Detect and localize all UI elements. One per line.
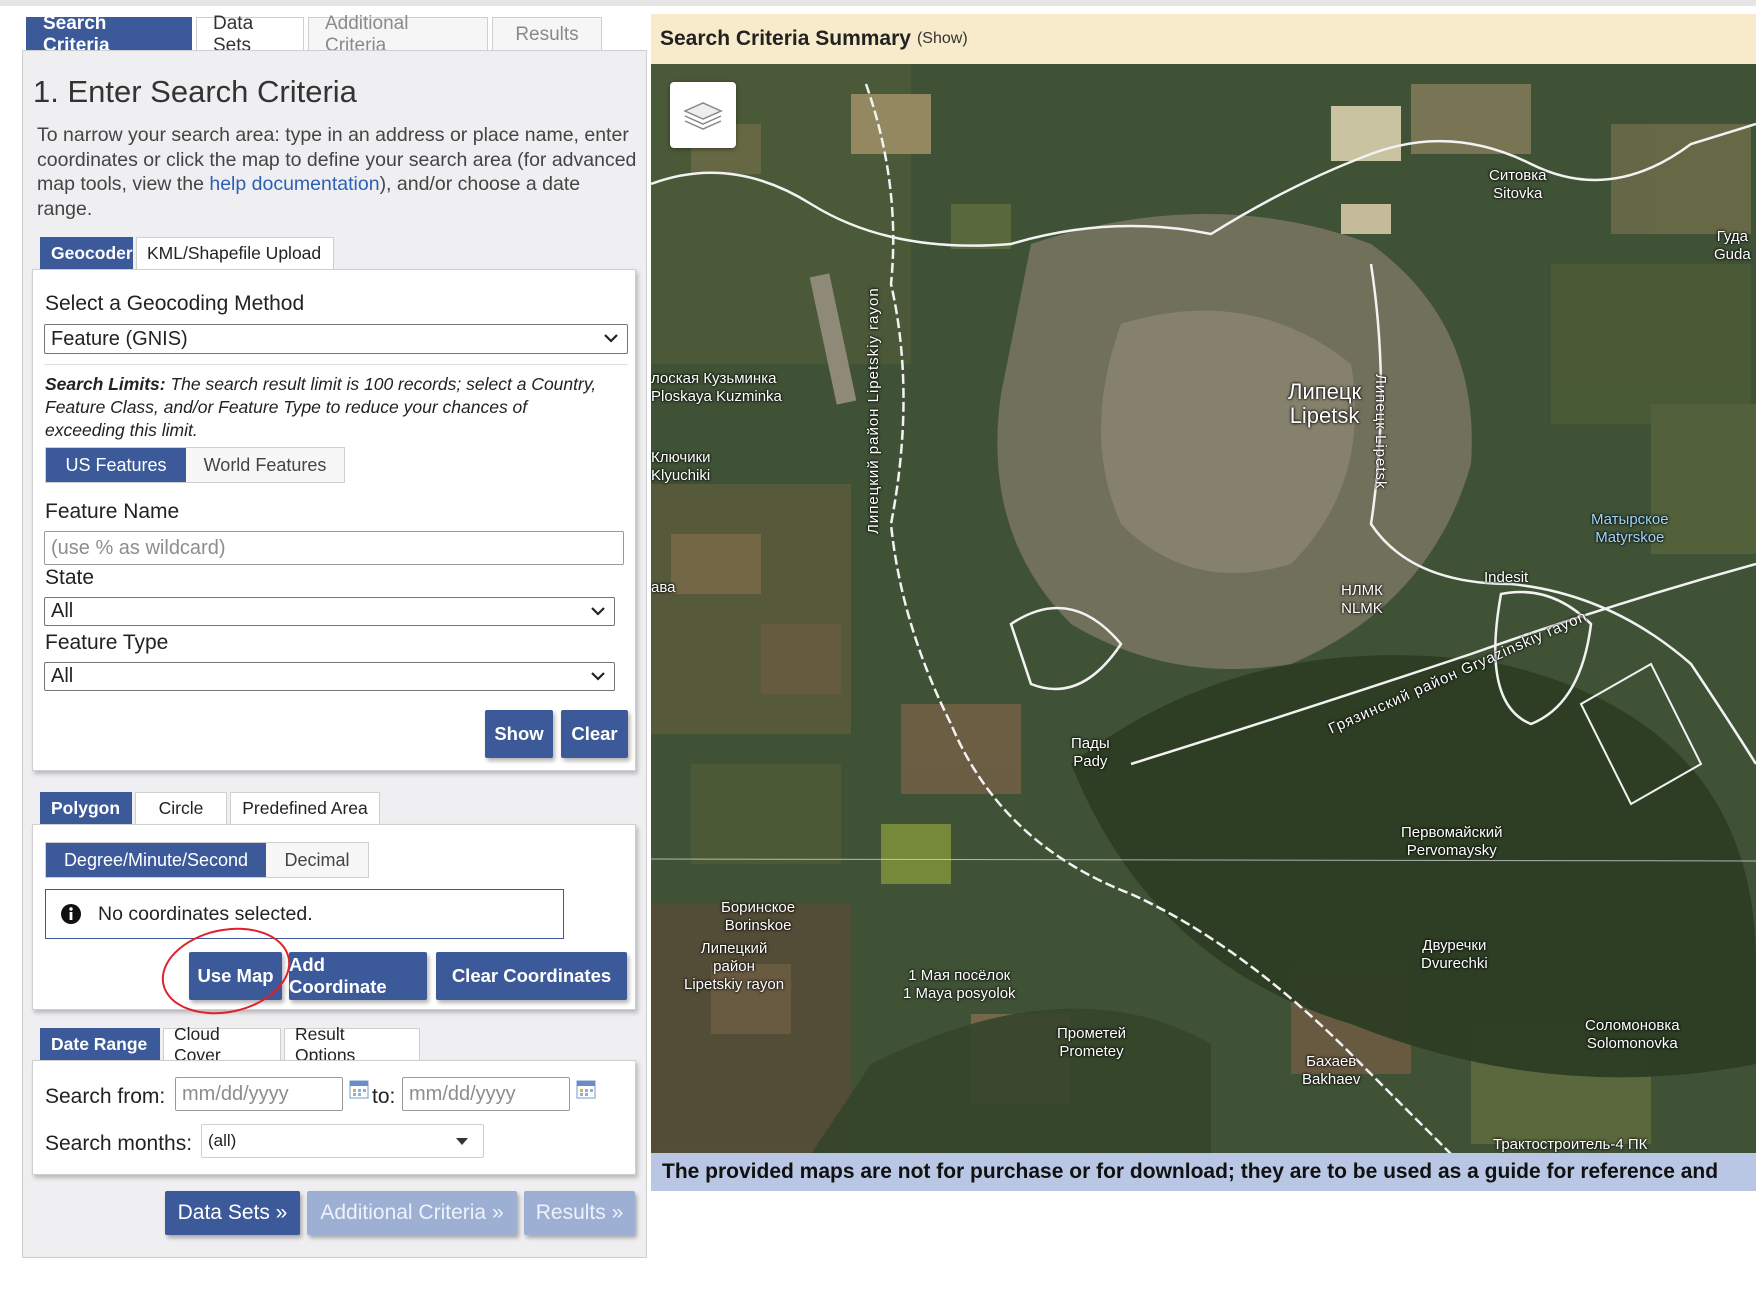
tab-predefined-area[interactable]: Predefined Area: [230, 792, 380, 824]
map-label-lipetskiy-rayon: Липецкий район Lipetskiy rayon: [684, 940, 785, 993]
satellite-map[interactable]: Ситовка Sitovka Гуда Guda лоская Кузьмин…: [651, 64, 1756, 1154]
feature-type-label: Feature Type: [45, 631, 169, 654]
decimal-toggle[interactable]: Decimal: [266, 843, 368, 877]
clear-coordinates-button[interactable]: Clear Coordinates: [436, 952, 627, 1000]
area-tabs: Polygon Circle Predefined Area: [40, 792, 380, 824]
search-months-label: Search months:: [45, 1132, 193, 1155]
summary-show-link[interactable]: (Show): [917, 30, 968, 48]
coordinates-info-box: No coordinates selected.: [45, 889, 564, 939]
map-label-bakhaev: Бахаев Bakhaev: [1302, 1053, 1361, 1088]
tab-geocoder[interactable]: Geocoder: [40, 237, 133, 269]
state-value: All: [51, 600, 74, 622]
info-icon: [61, 904, 81, 924]
chevron-down-icon: [591, 672, 605, 681]
search-months-value: (all): [208, 1131, 237, 1150]
map-label-lipetsk: Липецк Lipetsk: [1288, 379, 1362, 428]
tab-search-criteria[interactable]: Search Criteria: [26, 13, 192, 56]
search-limits-title: Search Limits:: [45, 374, 166, 394]
map-label-borinskoe: Боринское Borinskoe: [721, 899, 796, 934]
top-border: [0, 0, 1756, 6]
tab-date-range[interactable]: Date Range: [40, 1028, 160, 1060]
geocoding-method-select[interactable]: Feature (GNIS): [44, 324, 628, 354]
date-range-card: Search from: mm/dd/yyyy to: mm/dd/yyyy S…: [32, 1060, 636, 1175]
feature-type-value: All: [51, 665, 74, 687]
map-label-indesit: Indesit: [1484, 569, 1529, 586]
tab-results[interactable]: Results: [492, 17, 602, 51]
feature-scope-toggle: US Features World Features: [45, 447, 345, 483]
tab-additional-criteria[interactable]: Additional Criteria: [308, 13, 488, 56]
map-label-nlmk: НЛМК NLMK: [1341, 582, 1383, 617]
page-title: 1. Enter Search Criteria: [33, 74, 357, 109]
coordinates-info-text: No coordinates selected.: [98, 902, 313, 925]
show-button[interactable]: Show: [485, 710, 553, 758]
map-label-sitovka: Ситовка Sitovka: [1489, 167, 1547, 202]
data-sets-next-button[interactable]: Data Sets »: [165, 1191, 300, 1235]
geocoder-tabs: Geocoder KML/Shapefile Upload: [40, 237, 334, 269]
map-label-ava: ава: [651, 579, 676, 596]
us-features-toggle[interactable]: US Features: [46, 448, 186, 482]
summary-title: Search Criteria Summary: [660, 27, 911, 50]
date-to-input[interactable]: mm/dd/yyyy: [402, 1077, 570, 1111]
world-features-toggle[interactable]: World Features: [186, 448, 344, 482]
state-select[interactable]: All: [44, 597, 615, 626]
map-label-guda: Гуда Guda: [1714, 228, 1751, 263]
map-label-klyuchiki: Ключики Klyuchiki: [651, 449, 711, 484]
satellite-imagery: [651, 64, 1756, 1154]
state-label: State: [45, 566, 95, 589]
feature-type-select[interactable]: All: [44, 662, 615, 691]
results-next-button[interactable]: Results »: [524, 1191, 635, 1235]
divider: [44, 364, 628, 365]
feature-name-input[interactable]: (use % as wildcard): [44, 531, 624, 565]
geocoding-method-value: Feature (GNIS): [51, 327, 188, 350]
date-to-label: to:: [372, 1085, 396, 1108]
map-disclaimer: The provided maps are not for purchase o…: [651, 1153, 1756, 1191]
map-label-pervomaysky: Первомайский Pervomaysky: [1401, 824, 1503, 859]
layers-icon: [683, 102, 723, 130]
search-from-label: Search from:: [45, 1085, 166, 1108]
map-label-traktorostroitel: Трактостроитель-4 ПК: [1493, 1136, 1648, 1153]
caret-down-icon: [456, 1138, 468, 1145]
map-label-matyrskoe: Матырское Matyrskoe: [1591, 511, 1669, 546]
tab-kml-shapefile-upload[interactable]: KML/Shapefile Upload: [136, 237, 334, 269]
chevron-down-icon: [591, 607, 605, 616]
feature-name-label: Feature Name: [45, 500, 180, 523]
polygon-card: Degree/Minute/Second Decimal No coordina…: [32, 824, 636, 1010]
search-criteria-summary-bar: Search Criteria Summary (Show): [651, 14, 1756, 64]
main-tabs: Search Criteria Data Sets Additional Cri…: [26, 13, 602, 56]
coordinate-format-toggle: Degree/Minute/Second Decimal: [45, 842, 369, 878]
search-months-select[interactable]: (all): [201, 1124, 484, 1158]
date-tabs: Date Range Cloud Cover Result Options: [40, 1024, 420, 1065]
search-limits-note: Search Limits: The search result limit i…: [45, 373, 605, 442]
help-documentation-link[interactable]: help documentation: [209, 173, 379, 195]
additional-criteria-next-button[interactable]: Additional Criteria »: [307, 1191, 517, 1235]
geocoding-method-label: Select a Geocoding Method: [45, 292, 305, 315]
layers-control[interactable]: [670, 82, 736, 148]
date-from-input[interactable]: mm/dd/yyyy: [175, 1077, 343, 1111]
intro-text: To narrow your search area: type in an a…: [37, 123, 637, 221]
calendar-icon[interactable]: [349, 1079, 369, 1099]
map-label-ploskaya: лоская Кузьминка Ploskaya Kuzminka: [651, 370, 782, 405]
map-label-lipetsk-vertical: Липецк Lipetsk: [1372, 374, 1389, 490]
chevron-down-icon: [604, 334, 618, 343]
geocoder-card: Select a Geocoding Method Feature (GNIS)…: [32, 269, 636, 771]
search-criteria-panel: 1. Enter Search Criteria To narrow your …: [22, 50, 647, 1258]
map-label-pady: Пады Pady: [1071, 735, 1110, 770]
map-label-dvurechki: Двуречки Dvurechki: [1421, 937, 1488, 972]
tab-polygon[interactable]: Polygon: [40, 792, 132, 824]
map-label-solomonovka: Соломоновка Solomonovka: [1585, 1017, 1680, 1052]
tab-cloud-cover[interactable]: Cloud Cover: [163, 1024, 281, 1065]
clear-button[interactable]: Clear: [561, 710, 628, 758]
map-label-1-maya: 1 Мая посёлок 1 Maya posyolok: [903, 967, 1016, 1002]
map-label-lipetskiy-rayon-vertical: Липецкий район Lipetskiy rayon: [865, 287, 882, 534]
map-label-prometey: Прометей Prometey: [1057, 1025, 1127, 1060]
tab-circle[interactable]: Circle: [135, 792, 227, 824]
add-coordinate-button[interactable]: Add Coordinate: [289, 952, 427, 1000]
degree-minute-second-toggle[interactable]: Degree/Minute/Second: [46, 843, 266, 877]
calendar-icon[interactable]: [576, 1079, 596, 1099]
tab-data-sets[interactable]: Data Sets: [196, 13, 304, 56]
tab-result-options[interactable]: Result Options: [284, 1024, 420, 1065]
